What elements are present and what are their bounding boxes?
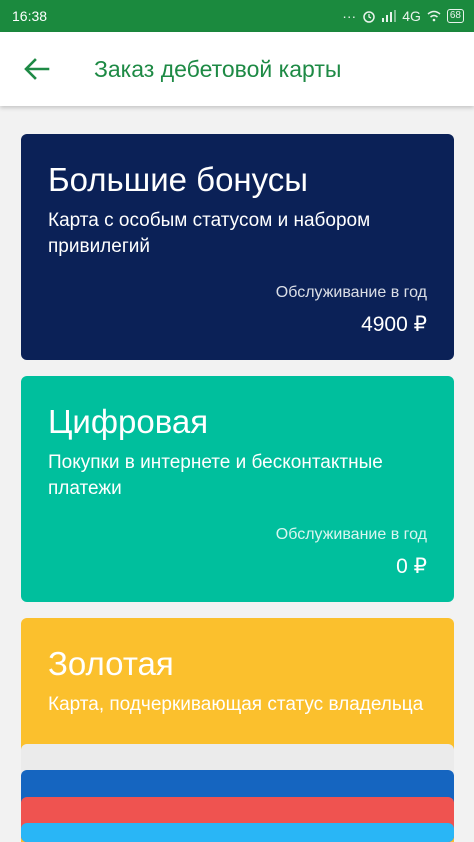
wifi-icon <box>427 10 441 22</box>
back-button[interactable] <box>0 32 74 106</box>
card-fee-label: Обслуживание в год <box>275 526 427 543</box>
card-big-bonuses[interactable]: Большие бонусы Карта с особым статусом и… <box>21 134 454 360</box>
card-title: Цифровая <box>48 403 209 440</box>
network-type: 4G <box>402 8 421 24</box>
card-description: Покупки в интернете и бесконтактные плат… <box>48 452 383 499</box>
card-description: Карта, подчеркивающая статус владельца <box>48 694 424 715</box>
battery-icon: 68 <box>446 9 464 23</box>
card-title: Большие бонусы <box>48 161 308 198</box>
arrow-left-icon <box>24 58 50 80</box>
status-icons: ··· 4G 68 <box>342 8 464 24</box>
app-bar: Заказ дебетовой карты <box>0 32 474 106</box>
signal-icon <box>382 10 397 22</box>
status-bar: 16:38 ··· 4G 68 <box>0 0 474 32</box>
card-digital[interactable]: Цифровая Покупки в интернете и бесконтак… <box>21 376 454 602</box>
stacked-card-light-blue[interactable] <box>21 823 454 842</box>
card-fee-label: Обслуживание в год <box>275 284 427 301</box>
card-price: 0 ₽ <box>396 555 427 578</box>
card-description: Карта с особым статусом и набором привил… <box>48 210 371 257</box>
more-icon: ··· <box>342 8 357 24</box>
card-price: 4900 ₽ <box>361 313 427 336</box>
alarm-icon <box>362 9 376 23</box>
status-time: 16:38 <box>12 8 48 24</box>
page-title: Заказ дебетовой карты <box>94 55 342 82</box>
card-title: Золотая <box>48 645 174 682</box>
